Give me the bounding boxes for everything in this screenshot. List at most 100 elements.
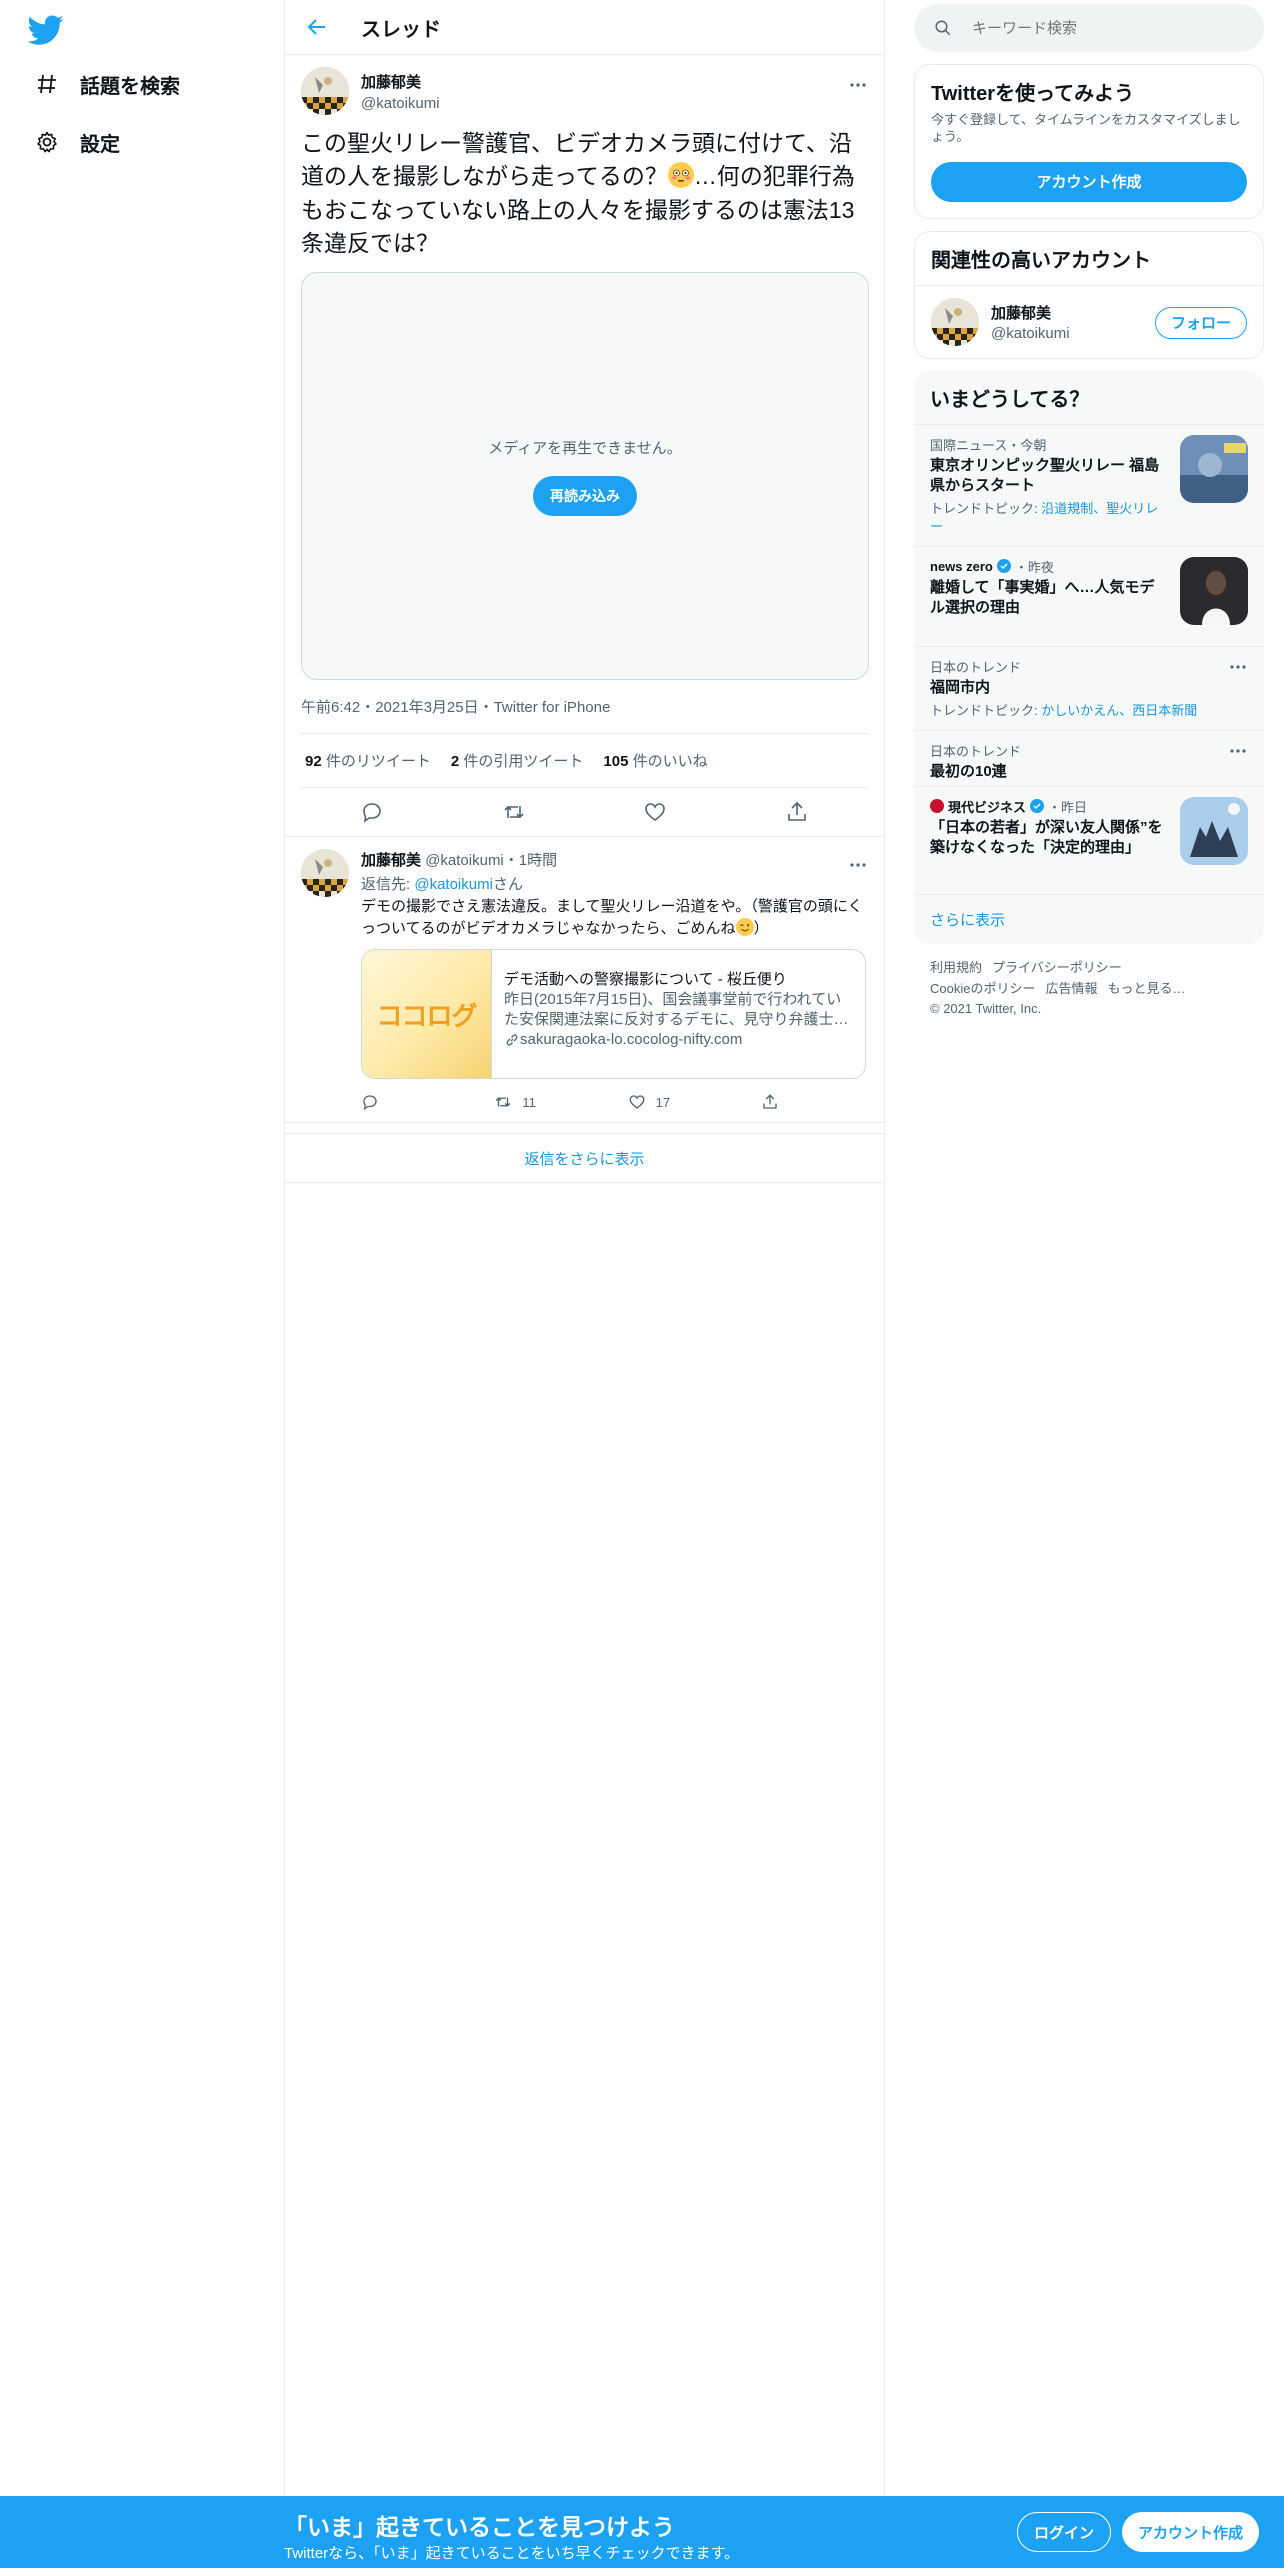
footer-copyright: © 2021 Twitter, Inc. xyxy=(930,1001,1042,1017)
gear-icon xyxy=(34,129,60,155)
more-options-icon[interactable] xyxy=(1228,657,1248,677)
reply-body: 加藤郁美 @katoikumi・1時間 返信先: @katoikumiさん デモ… xyxy=(361,849,868,1079)
likes-stat[interactable]: 105 件のいいね xyxy=(603,750,707,771)
footer-link-more[interactable]: もっと見る… xyxy=(1107,981,1185,996)
retweets-stat[interactable]: 92 件のリツイート xyxy=(305,750,431,771)
trend-item[interactable]: 日本のトレンド 福岡市内 トレンドトピック: かしいかえん、西日本新聞 xyxy=(914,647,1264,731)
trend-time: ・昨夜 xyxy=(1014,559,1054,575)
signup-button[interactable]: アカウント作成 xyxy=(1122,2512,1260,2552)
trend-item[interactable]: 日本のトレンド 最初の10連 xyxy=(914,731,1264,787)
reply-author-handle[interactable]: @katoikumi xyxy=(425,852,504,869)
signup-title: Twitterを使ってみよう xyxy=(931,83,1135,105)
winking-face-emoji-icon xyxy=(735,917,754,936)
search-icon xyxy=(935,20,951,36)
trend-thumbnail xyxy=(1180,796,1248,865)
verified-badge-icon xyxy=(996,559,1011,574)
trend-context: 日本のトレンド xyxy=(930,659,1022,675)
reply-like-count: 17 xyxy=(655,1094,671,1110)
nav-explore[interactable]: 話題を検索 xyxy=(34,64,180,104)
footer-link-privacy[interactable]: プライバシーポリシー xyxy=(992,960,1122,975)
link-card[interactable]: ココログ デモ活動への警察撮影について - 桜丘便り 昨日(2015年7月15日… xyxy=(361,948,866,1079)
card-thumbnail: ココログ xyxy=(362,949,492,1078)
search-input[interactable] xyxy=(972,19,1222,37)
trend-topics-prefix: トレンドトピック: xyxy=(930,703,1042,719)
replying-prefix: 返信先: xyxy=(361,876,415,894)
avatar[interactable] xyxy=(301,849,349,898)
trends-show-more[interactable]: さらに表示 xyxy=(914,895,1264,944)
retweet-icon xyxy=(496,1097,511,1108)
more-options-icon[interactable] xyxy=(848,855,868,875)
back-arrow-icon[interactable] xyxy=(305,15,329,39)
trend-context: 日本のトレンド xyxy=(930,743,1022,759)
trend-topics-links[interactable]: かしいかえん、西日本新聞 xyxy=(1041,703,1197,718)
related-account[interactable]: 加藤郁美 @katoikumi フォロー xyxy=(915,286,1263,358)
show-more-replies-button[interactable]: 返信をさらに表示 xyxy=(285,1133,884,1184)
trend-time: ・昨日 xyxy=(1048,799,1088,815)
login-button[interactable]: ログイン xyxy=(1017,2512,1112,2552)
reply-like-action[interactable]: 17 xyxy=(628,1093,728,1111)
media-error-message: メディアを再生できません。 xyxy=(488,439,682,457)
main-tweet: 加藤郁美 @katoikumi この聖火リレー警護官、ビデオカメラ頭に付けて、沿… xyxy=(285,55,884,838)
trends-panel: いまどうしてる？ 国際ニュース・今朝 東京オリンピック聖火リレー 福島県からスタ… xyxy=(914,370,1264,944)
related-account-name: 加藤郁美 xyxy=(991,304,1052,322)
reply-share-action[interactable] xyxy=(761,1093,801,1111)
signup-bottom-bar: 「いま」起きていることを見つけよう Twitterなら、「いま」起きていることを… xyxy=(0,2496,1284,2568)
reply-tweet[interactable]: 加藤郁美 @katoikumi・1時間 返信先: @katoikumiさん デモ… xyxy=(285,837,884,1124)
footer-link-ads[interactable]: 広告情報 xyxy=(1045,981,1097,996)
trend-title: 福岡市内 xyxy=(930,678,991,696)
retweets-label: 件のリツイート xyxy=(325,753,431,771)
retweets-count: 92 xyxy=(305,753,322,771)
related-accounts-panel: 関連性の高いアカウント 加藤郁美 @katoikumi フォロー xyxy=(914,230,1264,359)
author-handle: @katoikumi xyxy=(361,95,440,112)
footer-link-terms[interactable]: 利用規約 xyxy=(930,960,982,975)
reload-button[interactable]: 再読み込み xyxy=(533,475,637,516)
main-column: スレッド 加藤郁美 @katoikumi この聖火リレー警護官、ビデオカメラ頭に… xyxy=(284,0,885,2568)
nav-settings-label: 設定 xyxy=(80,133,120,156)
reply-time[interactable]: ・1時間 xyxy=(504,852,557,869)
reply-retweet-action[interactable]: 11 xyxy=(494,1093,594,1111)
footer-link-cookies[interactable]: Cookieのポリシー xyxy=(930,981,1035,996)
page-title: スレッド xyxy=(361,18,441,41)
more-options-icon[interactable] xyxy=(1228,741,1248,761)
related-title: 関連性の高いアカウント xyxy=(915,232,1263,286)
tweet-timestamp[interactable]: 午前6:42・2021年3月25日・Twitter for iPhone xyxy=(301,696,868,735)
trend-thumbnail xyxy=(1180,556,1248,625)
reply-text-main: デモの撮影でさえ憲法違反。まして聖火リレー沿道をや。（警護官の頭にくっついてるの… xyxy=(361,898,863,937)
replying-handle-link[interactable]: @katoikumi xyxy=(414,876,493,893)
trend-title: 最初の10連 xyxy=(930,762,1007,780)
likes-label: 件のいいね xyxy=(632,753,708,771)
like-heart-icon[interactable] xyxy=(643,800,667,824)
more-options-icon[interactable] xyxy=(848,75,868,95)
media-player: メディアを再生できません。 再読み込み xyxy=(301,272,869,681)
search-bar[interactable] xyxy=(914,4,1264,52)
share-icon[interactable] xyxy=(785,800,809,824)
create-account-button[interactable]: アカウント作成 xyxy=(931,161,1247,202)
avatar[interactable] xyxy=(931,297,979,346)
link-icon xyxy=(506,1034,518,1046)
avatar[interactable] xyxy=(301,67,349,115)
signup-description: 今すぐ登録して、タイムラインをカスタマイズしましょう。 xyxy=(931,112,1241,144)
trend-title: 「日本の若者」が深い友人関係”を築けなくなった「決定的理由」 xyxy=(930,818,1163,857)
follow-button[interactable]: フォロー xyxy=(1154,306,1247,339)
reply-text: デモの撮影でさえ憲法違反。まして聖火リレー沿道をや。（警護官の頭にくっついてるの… xyxy=(361,897,868,939)
related-account-handle: @katoikumi xyxy=(991,324,1070,342)
reply-icon[interactable] xyxy=(360,800,384,824)
header: スレッド xyxy=(285,0,884,55)
tweet-actions xyxy=(301,788,868,836)
quotes-stat[interactable]: 2 件の引用ツイート xyxy=(451,750,584,771)
tweet-author[interactable]: 加藤郁美 @katoikumi xyxy=(361,71,440,112)
nav-settings[interactable]: 設定 xyxy=(34,122,120,162)
trend-title: 離婚して「事実婚」へ…人気モデル選択の理由 xyxy=(930,578,1155,617)
twitter-bird-icon[interactable] xyxy=(28,12,64,48)
replying-suffix: さん xyxy=(492,876,523,894)
trend-item[interactable]: news zero ・昨夜 離婚して「事実婚」へ…人気モデル選択の理由 xyxy=(914,547,1264,647)
reply-reply-action[interactable] xyxy=(361,1093,461,1111)
trend-item[interactable]: 国際ニュース・今朝 東京オリンピック聖火リレー 福島県からスタート トレンドトピ… xyxy=(914,425,1264,547)
likes-count: 105 xyxy=(603,753,629,771)
related-account-info: 加藤郁美 @katoikumi xyxy=(991,302,1070,342)
flushed-face-emoji-icon xyxy=(667,162,694,189)
retweet-icon[interactable] xyxy=(502,800,526,824)
reply-author-name[interactable]: 加藤郁美 xyxy=(361,852,421,869)
trend-item[interactable]: 現代ビジネス ・昨日 「日本の若者」が深い友人関係”を築けなくなった「決定的理由… xyxy=(914,787,1264,895)
card-url-text: sakuragaoka-lo.cocolog-nifty.com xyxy=(520,1031,743,1049)
